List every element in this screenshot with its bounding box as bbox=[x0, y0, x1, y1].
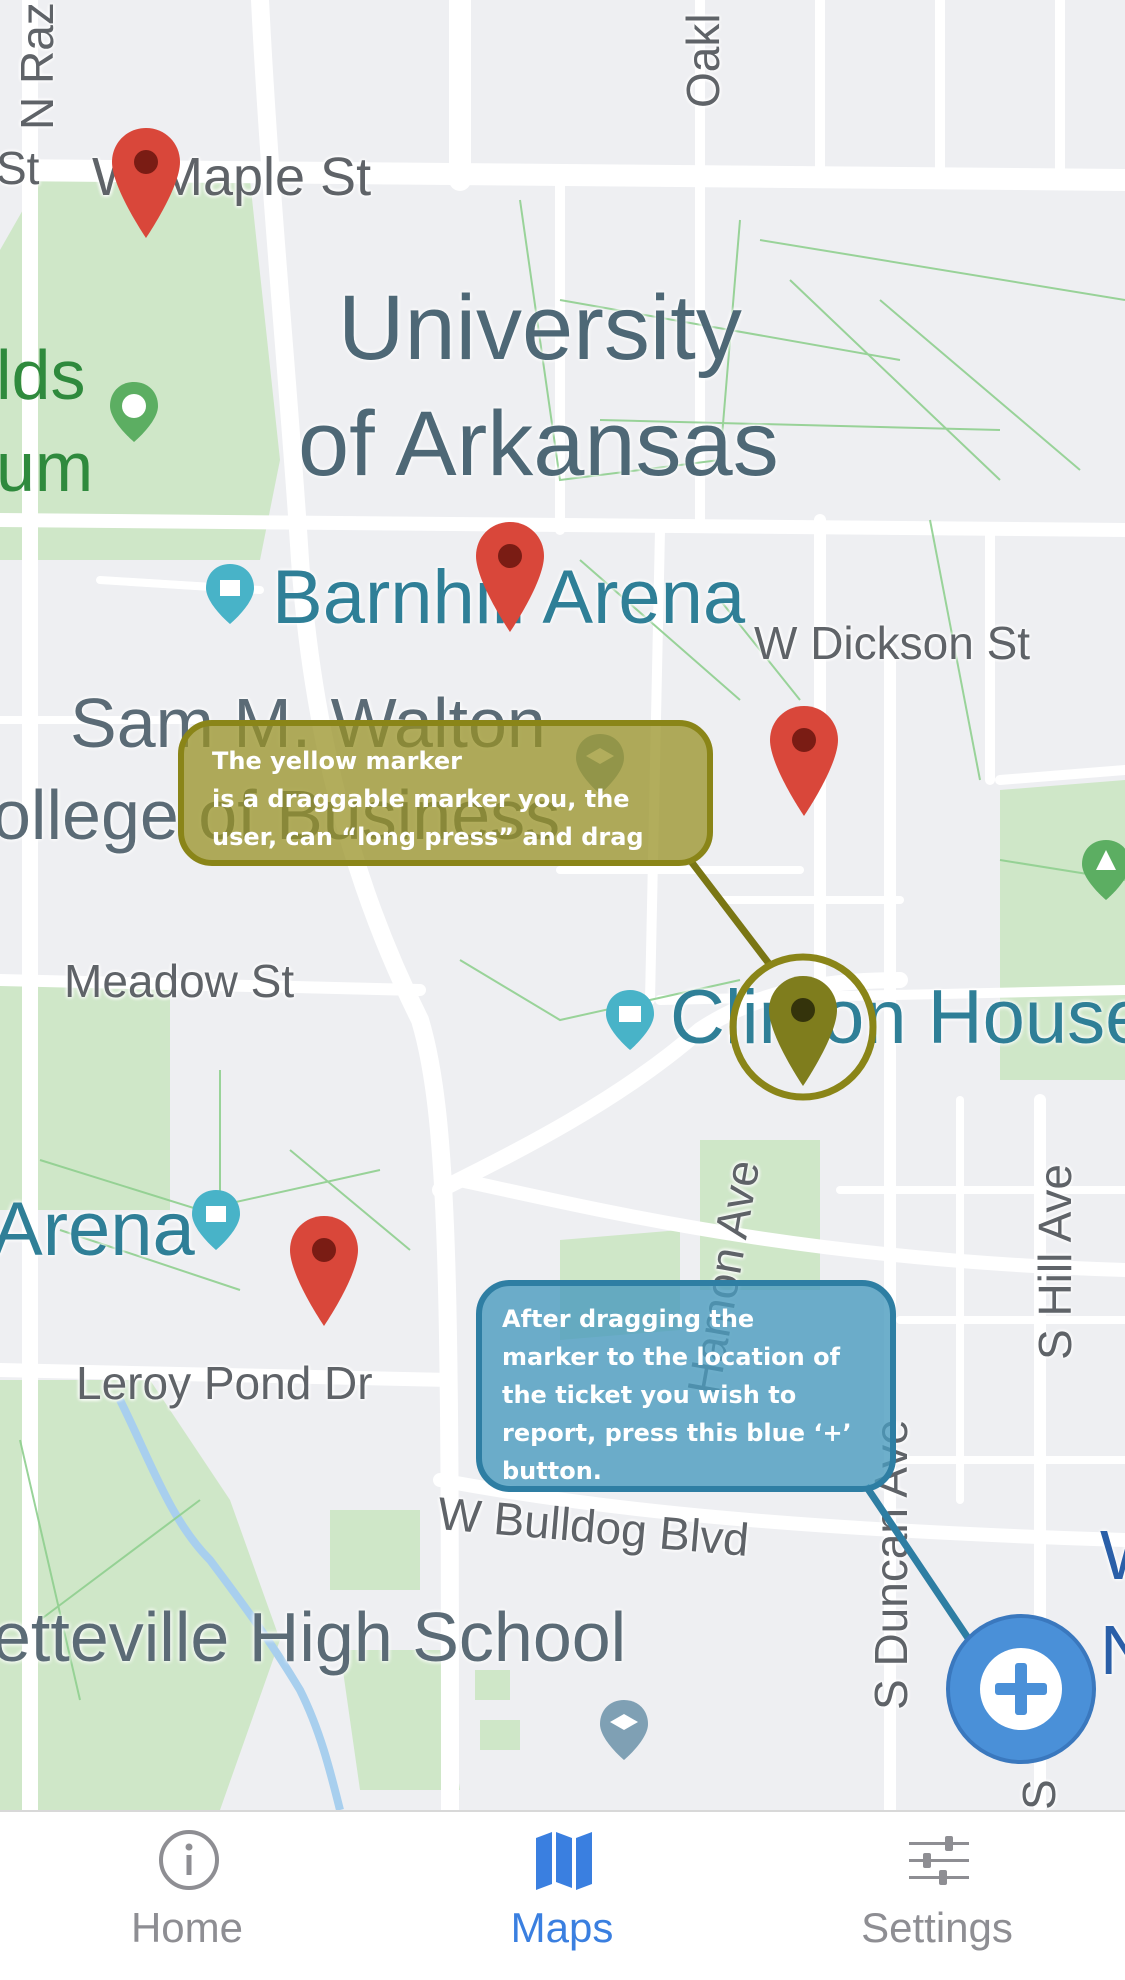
tab-home-label: Home bbox=[130, 1904, 244, 1951]
road-label-n-raz: N Raz bbox=[11, 2, 63, 130]
yellow-draggable-marker[interactable] bbox=[767, 974, 839, 1088]
place-label-high-school: etteville High School bbox=[0, 1598, 627, 1676]
sliders-icon bbox=[909, 1836, 969, 1885]
place-label-fields-line2: um bbox=[0, 428, 94, 506]
poi-label-arena-left[interactable]: Arena bbox=[0, 1192, 195, 1268]
add-report-button[interactable] bbox=[946, 1614, 1096, 1764]
road-label-st: St bbox=[0, 142, 40, 194]
arena-left-poi-icon[interactable] bbox=[190, 1188, 242, 1252]
stadium-poi-icon[interactable] bbox=[108, 380, 160, 444]
red-marker-2[interactable] bbox=[474, 520, 546, 634]
callout-line: report, press this blue ‘+’ bbox=[502, 1419, 852, 1447]
place-label-university-line1: University bbox=[338, 277, 742, 379]
road-label-s-hill-ave: S Hill Ave bbox=[1029, 1163, 1081, 1360]
place-label-fields-line1: lds bbox=[0, 336, 86, 414]
map-label-right-edge-top: W bbox=[1100, 1520, 1125, 1590]
road-label-w-dickson-st: W Dickson St bbox=[754, 617, 1031, 669]
poi-label-clinton-house[interactable]: Clinton House bbox=[670, 980, 1125, 1056]
yellow-marker-callout: The yellow marker is a draggable marker … bbox=[178, 720, 713, 866]
blue-button-callout: After dragging the marker to the locatio… bbox=[476, 1280, 896, 1492]
red-marker-1[interactable] bbox=[110, 126, 182, 240]
callout-line: The yellow marker bbox=[212, 747, 462, 775]
info-icon bbox=[159, 1830, 219, 1890]
tab-settings[interactable]: Settings bbox=[787, 1812, 1087, 1980]
tab-home[interactable]: Home bbox=[37, 1812, 337, 1980]
red-marker-3[interactable] bbox=[768, 704, 840, 818]
map-view[interactable]: N Raz St W Maple St Oakl W Dickson St Me… bbox=[0, 0, 1125, 1810]
tab-bar: Home Maps Settings bbox=[0, 1810, 1125, 1980]
tab-settings-label: Settings bbox=[861, 1904, 1013, 1951]
high-school-poi-icon[interactable] bbox=[598, 1698, 650, 1762]
place-label-university-line2: of Arkansas bbox=[298, 393, 779, 495]
map-label-right-edge-bottom: N bbox=[1100, 1615, 1125, 1685]
tab-maps-label: Maps bbox=[510, 1904, 614, 1951]
road-label-oakl: Oakl bbox=[677, 13, 729, 108]
red-marker-4[interactable] bbox=[288, 1214, 360, 1328]
road-label-leroy-pond-dr: Leroy Pond Dr bbox=[76, 1357, 373, 1409]
map-icon bbox=[536, 1832, 592, 1890]
road-label-s-edge: S bbox=[1013, 1779, 1065, 1810]
callout-line: button. bbox=[502, 1457, 602, 1485]
callout-line: After dragging the bbox=[502, 1305, 755, 1333]
callout-line: the ticket you wish to bbox=[502, 1381, 797, 1409]
tab-maps[interactable]: Maps bbox=[412, 1812, 712, 1980]
museum-poi-icon[interactable] bbox=[604, 988, 656, 1052]
road-label-meadow-st: Meadow St bbox=[64, 955, 295, 1007]
plus-icon bbox=[980, 1648, 1062, 1730]
arena-poi-icon[interactable] bbox=[204, 562, 256, 626]
callout-line: marker to the location of bbox=[502, 1343, 841, 1371]
callout-line: user, can “long press” and drag bbox=[212, 823, 644, 851]
callout-line: is a draggable marker you, the bbox=[212, 785, 630, 813]
park-poi-icon[interactable] bbox=[1080, 838, 1125, 902]
